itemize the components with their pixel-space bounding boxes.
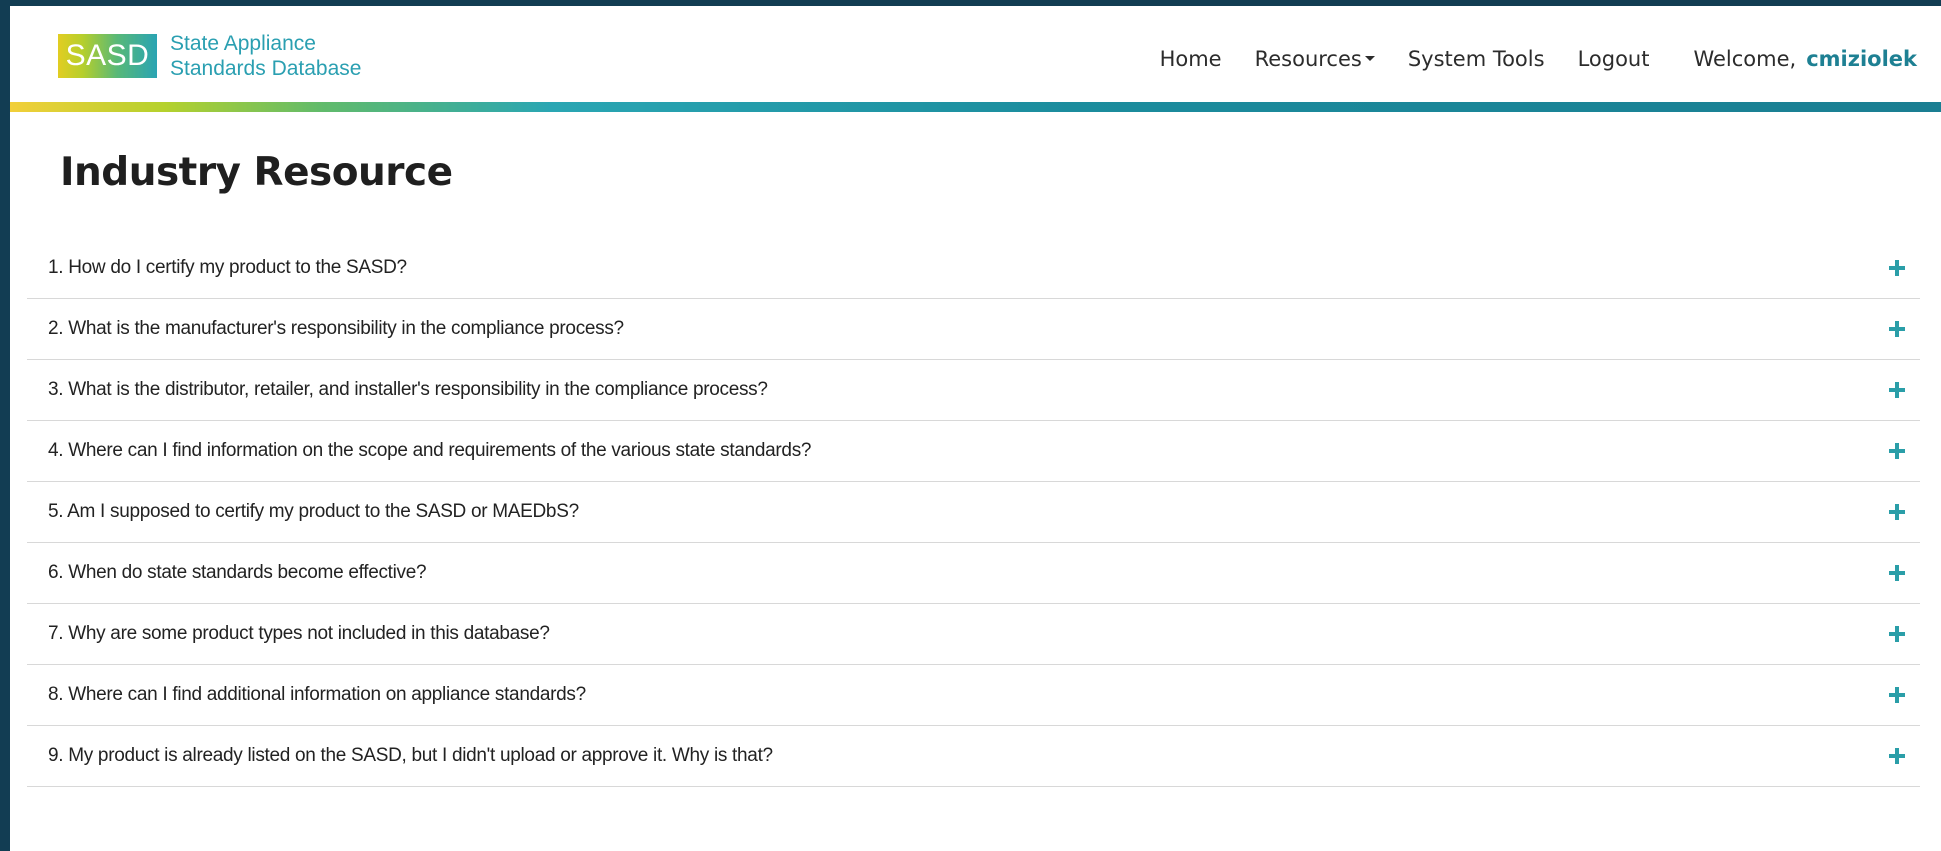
- welcome-message: Welcome, cmiziolek: [1693, 44, 1917, 74]
- plus-icon[interactable]: [1889, 748, 1905, 764]
- nav-resources-label: Resources: [1254, 47, 1362, 71]
- faq-question: 2. What is the manufacturer's responsibi…: [48, 318, 624, 339]
- faq-item-3[interactable]: 3. What is the distributor, retailer, an…: [27, 360, 1920, 421]
- logo-mark: SASD: [58, 34, 157, 78]
- plus-icon[interactable]: [1889, 504, 1905, 520]
- faq-question: 7. Why are some product types not includ…: [48, 623, 550, 644]
- faq-item-2[interactable]: 2. What is the manufacturer's responsibi…: [27, 299, 1920, 360]
- browser-viewport: SASD State Appliance Standards Database …: [10, 6, 1941, 851]
- site-logo[interactable]: SASD State Appliance Standards Database: [58, 31, 361, 81]
- faq-item-7[interactable]: 7. Why are some product types not includ…: [27, 604, 1920, 665]
- faq-question: 4. Where can I find information on the s…: [48, 440, 812, 461]
- faq-question: 6. When do state standards become effect…: [48, 562, 427, 583]
- faq-item-6[interactable]: 6. When do state standards become effect…: [27, 543, 1920, 604]
- faq-question: 5. Am I supposed to certify my product t…: [48, 501, 579, 522]
- faq-accordion: 1. How do I certify my product to the SA…: [27, 238, 1920, 787]
- plus-icon[interactable]: [1889, 260, 1905, 276]
- faq-question: 3. What is the distributor, retailer, an…: [48, 379, 768, 400]
- faq-question: 9. My product is already listed on the S…: [48, 745, 773, 766]
- faq-item-4[interactable]: 4. Where can I find information on the s…: [27, 421, 1920, 482]
- logo-text-line-2: Standards Database: [170, 57, 362, 80]
- plus-icon[interactable]: [1889, 382, 1905, 398]
- plus-icon[interactable]: [1889, 321, 1905, 337]
- nav-system-tools-link[interactable]: System Tools: [1408, 44, 1545, 74]
- faq-item-9[interactable]: 9. My product is already listed on the S…: [27, 726, 1920, 787]
- faq-question: 8. Where can I find additional informati…: [48, 684, 586, 705]
- nav-home-link[interactable]: Home: [1160, 44, 1222, 74]
- plus-icon[interactable]: [1889, 565, 1905, 581]
- faq-item-5[interactable]: 5. Am I supposed to certify my product t…: [27, 482, 1920, 543]
- nav-resources-dropdown[interactable]: Resources: [1255, 44, 1375, 74]
- plus-icon[interactable]: [1889, 687, 1905, 703]
- top-navbar: SASD State Appliance Standards Database …: [10, 6, 1941, 102]
- faq-item-8[interactable]: 8. Where can I find additional informati…: [27, 665, 1920, 726]
- nav-logout-link[interactable]: Logout: [1578, 44, 1650, 74]
- logo-text: State Appliance Standards Database: [170, 31, 361, 81]
- main-nav: Home Resources System Tools Logout Welco…: [1160, 44, 1917, 74]
- plus-icon[interactable]: [1889, 443, 1905, 459]
- page-title: Industry Resource: [60, 150, 453, 195]
- logo-text-line-1: State Appliance: [170, 32, 316, 55]
- plus-icon[interactable]: [1889, 626, 1905, 642]
- username: cmiziolek: [1806, 47, 1917, 71]
- header-gradient-bar: [10, 102, 1941, 112]
- faq-question: 1. How do I certify my product to the SA…: [48, 257, 407, 278]
- caret-down-icon: [1364, 55, 1375, 61]
- welcome-label: Welcome,: [1693, 47, 1797, 71]
- faq-item-1[interactable]: 1. How do I certify my product to the SA…: [27, 238, 1920, 299]
